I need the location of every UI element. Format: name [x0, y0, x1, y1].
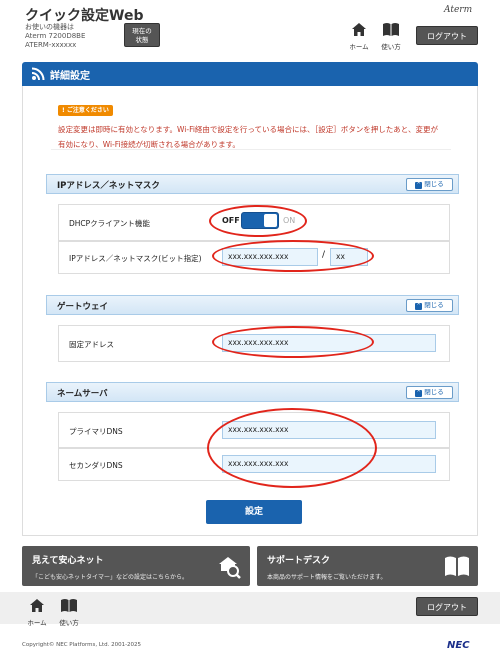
mieteanshin-text: 「こども安心ネットタイマー」などの設定はこちらから。: [32, 574, 189, 581]
footer-nav: ホーム 使い方 ログアウト: [0, 592, 500, 627]
home-nav-button[interactable]: ホーム: [346, 22, 372, 51]
home-icon: [30, 599, 44, 612]
page-title: 詳細設定: [50, 71, 90, 82]
page-title-bar: 詳細設定: [22, 62, 478, 86]
chevron-up-icon: ^: [415, 303, 423, 310]
section-ip-close-button[interactable]: ^ 閉じる: [406, 178, 453, 191]
book-icon: [61, 599, 77, 612]
app-title: クイック設定Web: [25, 8, 144, 24]
header: クイック設定Web お使いの機器は Aterm 7200D8BE ATERM-x…: [0, 0, 500, 58]
device-model: Aterm 7200D8BE: [25, 32, 86, 40]
mieteanshin-banner[interactable]: 見えて安心ネット 「こども安心ネットタイマー」などの設定はこちらから。: [22, 546, 250, 586]
brand-logo: Aterm: [444, 5, 473, 15]
section-gateway-header: ゲートウェイ ^ 閉じる: [46, 295, 459, 315]
support-desk-text: 本商品のサポート情報をご覧いただけます。: [267, 574, 387, 581]
fixed-address-label: 固定アドレス: [69, 340, 114, 349]
section-dns-close-button[interactable]: ^ 閉じる: [406, 386, 453, 399]
device-name: ATERM-xxxxxx: [25, 41, 77, 49]
section-ip-header: IPアドレス／ネットマスク ^ 閉じる: [46, 174, 459, 194]
section-ip-title: IPアドレス／ネットマスク: [57, 181, 160, 191]
section-dns-title: ネームサーバ: [57, 389, 108, 399]
howto-label: 使い方: [381, 43, 401, 51]
secondary-dns-label: セカンダリDNS: [69, 461, 123, 470]
book-icon: [383, 23, 399, 36]
footer-home-button[interactable]: ホーム: [24, 598, 50, 627]
wifi-icon: [31, 67, 45, 81]
chevron-up-icon: ^: [415, 182, 423, 189]
section-gateway-title: ゲートウェイ: [57, 302, 109, 312]
footer-howto-label: 使い方: [59, 619, 79, 627]
current-status-button[interactable]: 現在の 状態: [124, 23, 160, 47]
footer-howto-button[interactable]: 使い方: [56, 598, 82, 627]
chevron-up-icon: ^: [415, 390, 423, 397]
book-icon: [445, 556, 469, 576]
section-dns-header: ネームサーバ ^ 閉じる: [46, 382, 459, 402]
highlight-ellipse-ip: [212, 240, 374, 272]
home-label: ホーム: [349, 43, 369, 51]
primary-dns-label: プライマリDNS: [69, 427, 123, 436]
footer-home-label: ホーム: [27, 619, 47, 627]
nec-logo: NEC: [447, 640, 470, 651]
notice-text: 設定変更は即時に有効となります。Wi-Fi経由で設定を行っている場合には、［設定…: [58, 125, 438, 149]
section-gateway-close-button[interactable]: ^ 閉じる: [406, 299, 453, 312]
howto-nav-button[interactable]: 使い方: [378, 22, 404, 51]
highlight-ellipse-gateway: [212, 326, 374, 358]
highlight-ellipse-dns: [207, 408, 377, 488]
device-info: お使いの機器は Aterm 7200D8BE ATERM-xxxxxx: [25, 23, 85, 50]
ip-label: IPアドレス／ネットマスク(ビット指定): [69, 254, 202, 263]
home-icon: [352, 23, 366, 36]
notice-box: ! ご注意ください 設定変更は即時に有効となります。Wi-Fi経由で設定を行って…: [51, 98, 451, 150]
warning-icon: !: [62, 107, 65, 114]
support-desk-title: サポートデスク: [267, 556, 331, 566]
support-desk-banner[interactable]: サポートデスク 本商品のサポート情報をご覧いただけます。: [257, 546, 478, 586]
mieteanshin-title: 見えて安心ネット: [32, 556, 104, 566]
footer-logout-button[interactable]: ログアウト: [416, 597, 478, 616]
dhcp-label: DHCPクライアント機能: [69, 219, 150, 228]
notice-badge: ! ご注意ください: [58, 105, 113, 116]
copyright: Copyright© NEC Platforms, Ltd. 2001-2025: [22, 642, 142, 648]
set-button[interactable]: 設定: [206, 500, 302, 524]
highlight-ellipse-dhcp: [209, 205, 307, 237]
logout-button[interactable]: ログアウト: [416, 26, 478, 45]
house-search-icon: [219, 557, 241, 579]
device-caption: お使いの機器は: [25, 23, 74, 31]
